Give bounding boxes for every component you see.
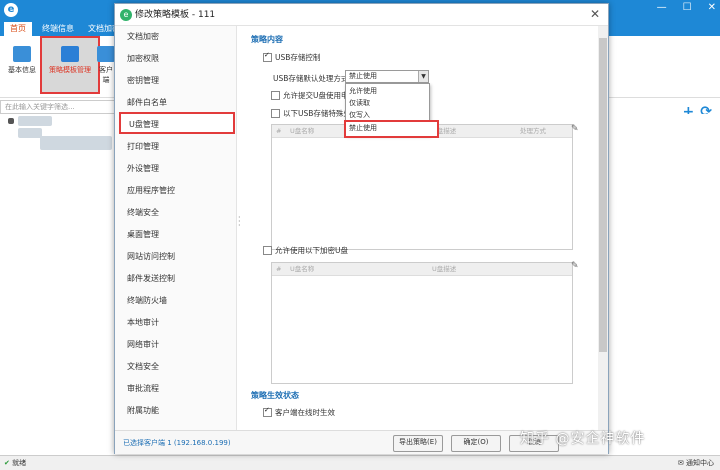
tab-terminal-info[interactable]: 终端信息 <box>36 22 80 36</box>
nav-item[interactable]: 邮件发送控制 <box>115 268 235 290</box>
tool-label: 基本信息 <box>8 66 36 74</box>
mail-icon: ✉ <box>677 459 686 467</box>
scroll-thumb[interactable] <box>599 38 607 352</box>
column-header: U盘描述 <box>432 265 457 273</box>
select-value: 禁止使用 <box>349 72 377 80</box>
column-header: U盘名称 <box>290 265 315 273</box>
tree-node[interactable] <box>18 128 42 138</box>
selected-client-link[interactable]: 已选择客户端 1 (192.168.0.199) <box>123 438 231 448</box>
default-mode-select[interactable]: 禁止使用 ▼ <box>345 70 429 83</box>
close-icon[interactable]: ✕ <box>708 2 716 13</box>
client-tree <box>0 114 118 444</box>
encrypted-usb-table: # U盘名称 U盘描述 <box>271 262 573 384</box>
strategy-template-tool[interactable]: 策略模板管理 <box>40 36 100 94</box>
nav-item[interactable]: 打印管理 <box>115 136 235 158</box>
checkbox-icon <box>263 406 272 417</box>
column-header: # <box>276 127 282 135</box>
client-tool[interactable]: 客户端 <box>96 38 116 90</box>
default-mode-label: USB存储默认处理方式 <box>273 74 349 83</box>
checkbox-icon <box>271 90 280 100</box>
strategy-nav: 文档加密 加密权限 密钥管理 邮件白名单 U盘管理 打印管理 外设管理 应用程序… <box>115 26 237 430</box>
notification-label: 通知中心 <box>686 459 714 467</box>
status-text: 就绪 <box>12 459 27 467</box>
section-title: 策略内容 <box>251 35 283 44</box>
nav-item[interactable]: 终端安全 <box>115 202 235 224</box>
close-icon[interactable]: ✕ <box>590 7 600 21</box>
basic-info-tool[interactable]: 基本信息 <box>4 38 40 90</box>
expand-icon[interactable] <box>8 118 14 124</box>
monitor-icon <box>13 46 31 62</box>
checkbox-label: 客户端在线时生效 <box>275 408 335 417</box>
nav-item[interactable]: 应用程序管控 <box>115 180 235 202</box>
ok-button[interactable]: 确定(O) <box>451 435 501 452</box>
edit-pencil-icon[interactable]: ✎ <box>571 261 579 271</box>
nav-item[interactable]: 桌面管理 <box>115 224 235 246</box>
nav-item[interactable]: 文档安全 <box>115 356 235 378</box>
checkbox-icon <box>263 51 272 62</box>
dropdown-option[interactable]: 仅读取 <box>346 97 432 109</box>
table-header: # U盘名称 U盘描述 <box>272 263 572 276</box>
minimize-icon[interactable]: — <box>657 2 667 13</box>
watermark: 知乎 @安企神软件 <box>520 431 646 447</box>
section-title: 策略生效状态 <box>251 391 299 400</box>
dialog-title: 修改策略模板 - 111 <box>115 4 608 26</box>
chevron-down-icon[interactable]: ▼ <box>418 71 428 82</box>
tool-label: 策略模板管理 <box>49 66 91 74</box>
app-logo-icon: e <box>4 3 18 17</box>
nav-item[interactable]: 加密权限 <box>115 48 235 70</box>
default-mode-dropdown: 允许使用 仅读取 仅写入 禁止使用 <box>344 83 439 138</box>
nav-item[interactable]: 网站访问控制 <box>115 246 235 268</box>
ready-icon: ✔ <box>4 459 13 467</box>
dropdown-option[interactable]: 允许使用 <box>346 85 432 97</box>
edit-pencil-icon[interactable]: ✎ <box>571 124 579 134</box>
usb-control-checkbox[interactable]: USB存储控制 <box>263 51 321 63</box>
nav-item[interactable]: 网络审计 <box>115 334 235 356</box>
allow-submit-checkbox[interactable]: 允许提交U盘使用申请 <box>271 90 356 101</box>
dropdown-option-ban[interactable]: 禁止使用 <box>344 120 439 138</box>
right-panel <box>610 114 720 444</box>
notification-center[interactable]: ✉ 通知中心 <box>678 456 714 470</box>
column-header: U盘名称 <box>290 127 315 135</box>
nav-item[interactable]: 文档加密 <box>115 26 235 48</box>
maximize-icon[interactable]: ☐ <box>683 2 692 13</box>
checkbox-label: USB存储控制 <box>275 53 321 62</box>
tool-label: 客户端 <box>99 66 113 84</box>
nav-item[interactable]: 附属功能 <box>115 400 235 422</box>
tree-node[interactable] <box>18 116 52 126</box>
checkbox-icon <box>271 108 280 118</box>
splitter-handle[interactable]: · · · <box>238 214 242 230</box>
export-button[interactable]: 导出策略(E) <box>393 435 443 452</box>
status-bar: ✔ 就绪 ✉ 通知中心 <box>0 455 720 470</box>
allow-encrypted-checkbox[interactable]: 允许使用以下加密U盘 <box>263 245 348 256</box>
tree-node[interactable] <box>40 136 112 150</box>
dialog-app-icon: e <box>120 9 132 21</box>
nav-item[interactable]: 外设管理 <box>115 158 235 180</box>
column-header: # <box>276 265 282 273</box>
edit-strategy-dialog: 修改策略模板 - 111 e ✕ 文档加密 加密权限 密钥管理 邮件白名单 U盘… <box>114 3 609 454</box>
strategy-content: 策略内容 USB存储控制 USB存储默认处理方式 禁止使用 ▼ 允许提交U盘使用… <box>245 26 598 430</box>
online-effective-checkbox[interactable]: 客户端在线时生效 <box>263 406 335 418</box>
search-input[interactable]: 在此输入关键字筛选... <box>0 100 118 114</box>
column-header: 处理方式 <box>520 127 546 135</box>
checkbox-label: 允许使用以下加密U盘 <box>275 246 348 255</box>
window-controls[interactable]: — ☐ ✕ <box>641 2 716 13</box>
nav-item[interactable]: 本地审计 <box>115 312 235 334</box>
tab-home[interactable]: 首页 <box>4 22 32 36</box>
template-icon <box>61 46 79 62</box>
client-icon <box>97 46 115 62</box>
vertical-scrollbar[interactable] <box>598 26 608 430</box>
nav-item[interactable]: 邮件白名单 <box>115 92 235 114</box>
nav-item-usb-management[interactable]: U盘管理 <box>119 112 235 134</box>
nav-item[interactable]: 终端防火墙 <box>115 290 235 312</box>
nav-item[interactable]: 审批流程 <box>115 378 235 400</box>
usb-exception-table: # U盘名称 U盘描述 处理方式 <box>271 124 573 250</box>
nav-item[interactable]: 密钥管理 <box>115 70 235 92</box>
checkbox-icon <box>263 245 272 255</box>
